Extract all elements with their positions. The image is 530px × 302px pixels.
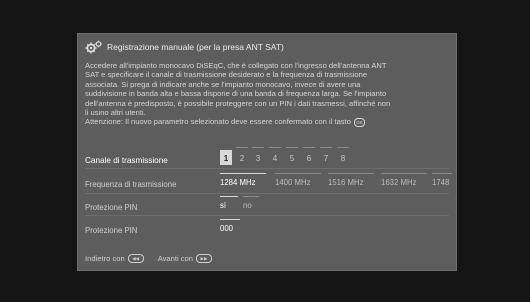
footer-hints: Indietro con ◀◀ Avanti con ▶▶ [85,254,226,263]
info-line: Accedere all'impianto monocavo DiSEqC, c… [85,61,387,70]
channel-option-2[interactable]: 2 [236,147,248,165]
frequency-option-1632[interactable]: 1632 MHz [381,173,427,187]
pin-protection-option-yes[interactable]: sì [220,196,238,210]
ok-button-icon: OK [354,117,366,127]
attention-line: Attenzione: Il nuovo parametro seleziona… [85,117,449,127]
frequency-label: Frequenza di trasmissione [85,180,177,189]
frequency-option-1748[interactable]: 1748 [432,173,452,187]
dialog-header: Registrazione manuale (per la presa ANT … [85,40,445,54]
pin-protection-option-no[interactable]: no [243,196,259,210]
info-line: dell'antenna è predisposto, è possibile … [85,98,391,108]
row-divider [85,215,449,216]
channel-label: Canale di trasmissione [85,156,168,165]
frequency-option-1284[interactable]: 1284 MHz [220,173,266,187]
info-line: suddivisione in banda alta e bassa dispo… [85,89,387,99]
info-line: associata. Si prega di indicare anche se… [85,79,361,89]
forward-button-icon[interactable]: ▶▶ [196,254,213,263]
gear-icon [85,40,102,54]
info-text: Accedere all'impianto monocavo DiSEqC, c… [85,61,449,127]
row-divider [85,168,449,169]
row-divider [85,193,449,194]
frequency-option-1516[interactable]: 1516 MHz [328,173,374,187]
channel-option-1[interactable]: 1 [220,150,232,165]
back-button-icon[interactable]: ◀◀ [127,254,144,263]
info-line: li usino altri utenti. [85,108,146,118]
pin-protection-label: Protezione PIN [85,203,138,212]
channel-option-4[interactable]: 4 [269,147,281,165]
channel-option-7[interactable]: 7 [320,147,332,165]
channel-option-8[interactable]: 8 [337,147,349,165]
dialog-title: Registrazione manuale (per la presa ANT … [107,42,284,52]
info-line: SAT e specificare il canale di trasmissi… [85,70,368,80]
pin-label: Protezione PIN [85,226,138,235]
frequency-option-1400[interactable]: 1400 MHz [275,173,321,187]
channel-option-5[interactable]: 5 [286,147,298,165]
back-hint-label: Indietro con [85,254,125,263]
channel-option-6[interactable]: 6 [303,147,315,165]
forward-hint-label: Avanti con [157,254,194,263]
channel-option-3[interactable]: 3 [252,147,264,165]
pin-input[interactable]: 000 [220,219,240,233]
attention-text: Attenzione: Il nuovo parametro seleziona… [85,117,351,127]
